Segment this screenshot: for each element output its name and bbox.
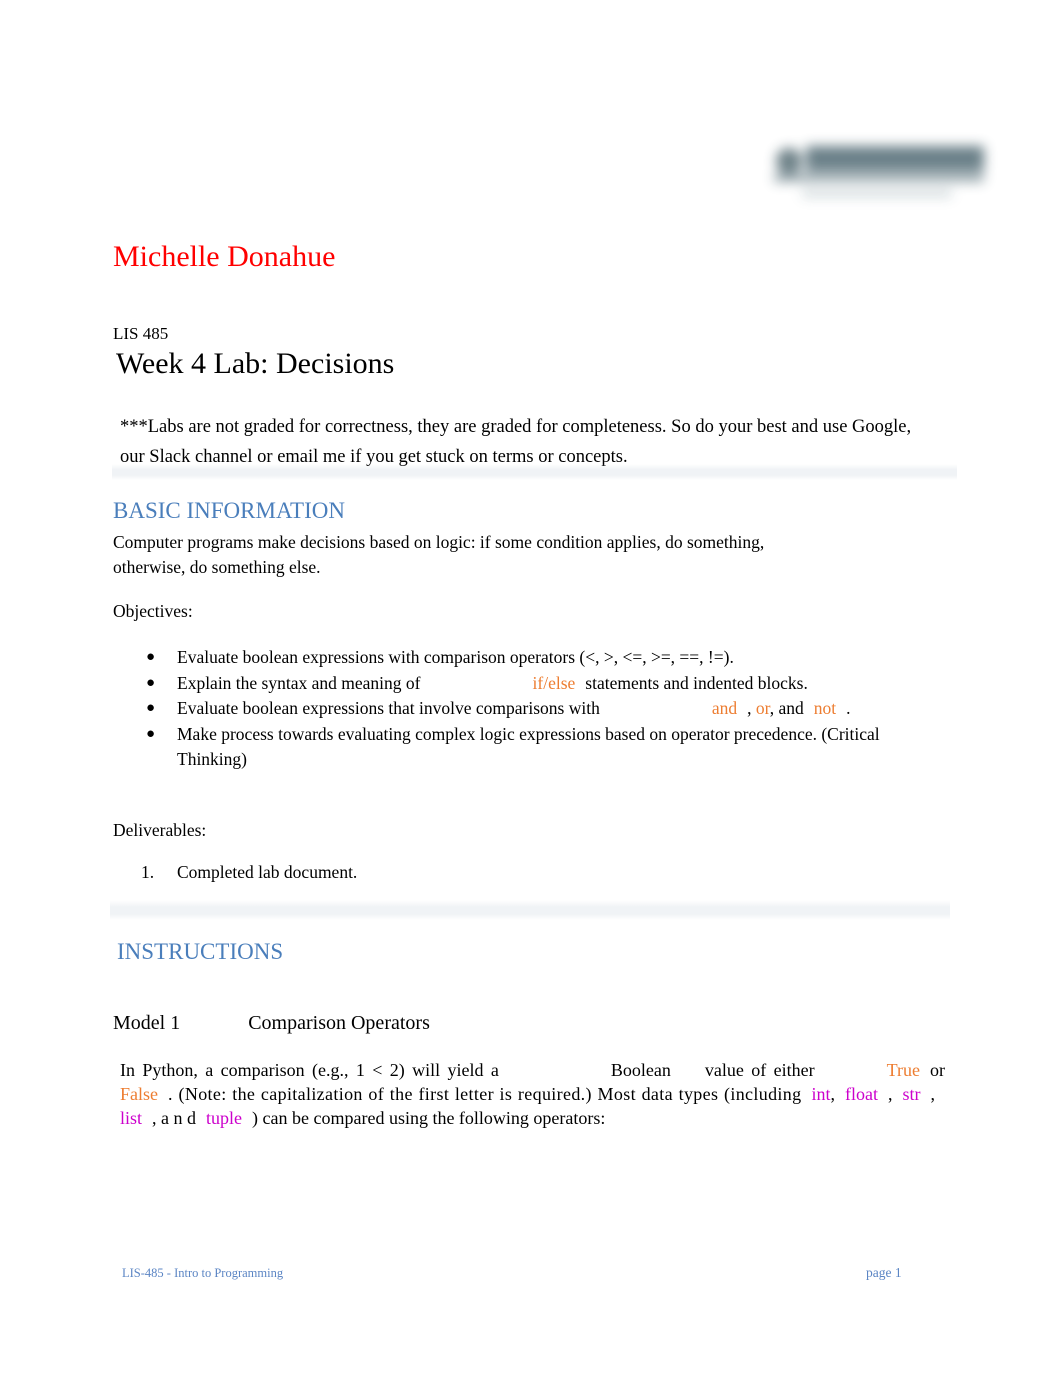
section-heading-basic-information: BASIC INFORMATION [113, 498, 345, 523]
deliverables-label: Deliverables: [113, 820, 207, 840]
comma: , [830, 1084, 836, 1104]
logo-subtitle [802, 190, 952, 197]
comma: , [930, 1084, 936, 1104]
code-keyword-if: if [532, 672, 544, 693]
logo-mark-icon [776, 148, 802, 174]
deliverables-list: 1. Completed lab document. [113, 860, 613, 886]
paragraph-seg-3: value of either [704, 1060, 815, 1080]
objective-text: Evaluate boolean expressions with compar… [177, 647, 734, 667]
footer-page-number: page 1 [866, 1265, 902, 1280]
grading-note: ***Labs are not graded for correctness, … [120, 417, 912, 467]
basic-information-intro: Computer programs make decisions based o… [113, 532, 765, 577]
document-page: Michelle Donahue LIS 485 Week 4 Lab: Dec… [0, 0, 1062, 1377]
code-keyword-else: else [548, 672, 576, 693]
deliverable-text: Completed lab document. [177, 862, 358, 882]
list-item: ● Make process towards evaluating comple… [113, 722, 943, 773]
paragraph-seg-6: ) can be compared using the following op… [252, 1108, 606, 1128]
bullet-icon: ● [146, 725, 156, 742]
code-type-list: list [120, 1108, 143, 1128]
university-logo [772, 140, 988, 210]
code-type-int: int [811, 1084, 831, 1104]
objective-text-suffix: statements and indented blocks. [585, 672, 808, 693]
code-keyword-not: not [813, 698, 837, 718]
model-label: Model 1 [113, 1012, 181, 1034]
code-literal-true: True [886, 1060, 920, 1080]
code-literal-false: False [120, 1084, 158, 1104]
logo-wordmark [806, 146, 984, 171]
objective-text: Explain the syntax and meaning of [177, 672, 421, 693]
code-type-str: str [902, 1084, 921, 1104]
paragraph-seg-1: In Python, a comparison (e.g., 1 < 2) wi… [120, 1060, 499, 1080]
paragraph-seg-4: or [930, 1060, 945, 1080]
code-type-float: float [845, 1084, 878, 1104]
bullet-icon: ● [146, 649, 156, 665]
bullet-icon: ● [146, 700, 156, 716]
code-keyword-or: or [755, 698, 770, 718]
objective-text: Make process towards evaluating complex … [177, 723, 880, 770]
comma: , [747, 698, 752, 718]
model-1-paragraph: In Python, a comparison (e.g., 1 < 2) wi… [120, 1058, 945, 1130]
list-item: ● Explain the syntax and meaning of if/el… [113, 671, 943, 697]
comma: , [888, 1084, 893, 1104]
page-title: Week 4 Lab: Decisions [116, 347, 395, 380]
section-heading-instructions: INSTRUCTIONS [117, 939, 284, 964]
objectives-label: Objectives: [113, 601, 193, 621]
boolean-term: Boolean [610, 1060, 671, 1080]
logo-wordmark-underline [774, 173, 984, 182]
list-item: 1. Completed lab document. [113, 860, 613, 886]
objective-text-suffix: . [846, 698, 851, 718]
paragraph-conjunction: , a n d [152, 1108, 197, 1128]
list-item: ● Evaluate boolean expressions with comp… [113, 645, 943, 671]
scan-band-lower [110, 900, 950, 920]
bullet-icon: ● [146, 674, 156, 691]
objectives-list: ● Evaluate boolean expressions with comp… [113, 645, 943, 773]
course-id: LIS 485 [113, 324, 169, 343]
list-item: ● Evaluate boolean expressions that invo… [113, 696, 943, 722]
scan-band-upper [112, 464, 957, 480]
code-keyword-and: and [711, 698, 738, 718]
objective-text: Evaluate boolean expressions that involv… [177, 698, 600, 718]
objective-text-mid: , and [769, 698, 804, 718]
model-title: Comparison Operators [248, 1012, 430, 1034]
footer-course-label: LIS-485 - Intro to Programming [122, 1266, 284, 1280]
author-name: Michelle Donahue [113, 240, 336, 273]
model-1-heading: Model 1 Comparison Operators [113, 1011, 430, 1036]
code-type-tuple: tuple [206, 1108, 243, 1128]
paragraph-seg-5: . (Note: the capitalization of the first… [168, 1084, 802, 1104]
list-number: 1. [141, 862, 155, 882]
